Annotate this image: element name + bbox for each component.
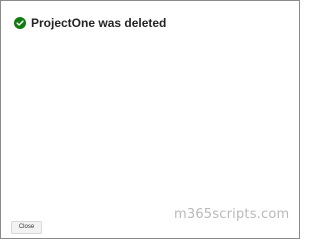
close-button[interactable]: Close xyxy=(11,221,42,234)
dialog-message: ProjectOne was deleted xyxy=(31,16,167,30)
dialog-title-row: ProjectOne was deleted xyxy=(14,16,166,30)
check-circle-icon xyxy=(14,17,26,29)
watermark-text: m365scripts.com xyxy=(174,207,290,222)
confirmation-dialog: ProjectOne was deleted m365scripts.com C… xyxy=(0,0,300,239)
